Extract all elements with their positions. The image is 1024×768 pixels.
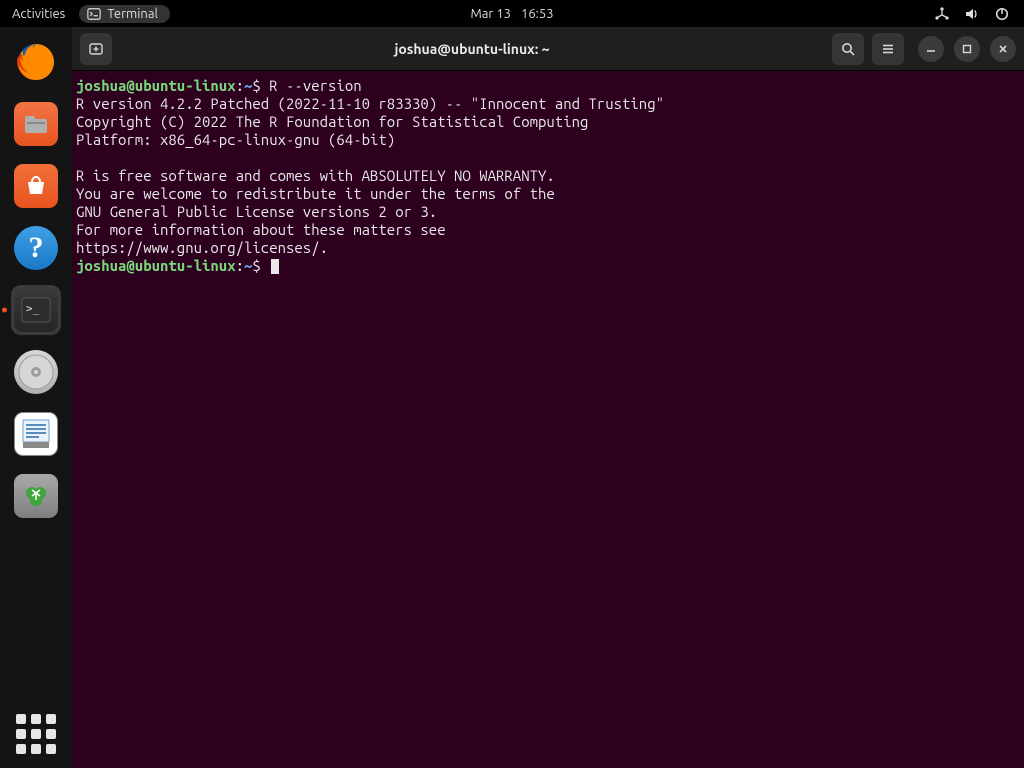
search-icon bbox=[840, 41, 856, 57]
gnome-top-bar: Activities Terminal Mar 13 16:53 bbox=[0, 0, 1024, 27]
prompt-dollar: $ bbox=[252, 77, 260, 94]
prompt-sep: : bbox=[236, 257, 244, 274]
dock-app-terminal[interactable]: >_ bbox=[11, 285, 61, 335]
prompt-sep: : bbox=[236, 77, 244, 94]
disk-icon bbox=[14, 350, 58, 394]
cursor bbox=[271, 259, 279, 274]
terminal-window: joshua@ubuntu-linux: ~ joshua@ubuntu-lin… bbox=[72, 27, 1024, 768]
command-output: R version 4.2.2 Patched (2022-11-10 r833… bbox=[76, 95, 664, 256]
clock-time: 16:53 bbox=[521, 7, 554, 21]
entered-command: R --version bbox=[269, 77, 361, 94]
volume-icon[interactable] bbox=[964, 6, 980, 22]
show-applications-button[interactable] bbox=[16, 714, 56, 754]
svg-text:>_: >_ bbox=[26, 302, 40, 315]
new-tab-button[interactable] bbox=[80, 33, 112, 65]
dock-app-disk[interactable] bbox=[11, 347, 61, 397]
prompt-user: joshua@ubuntu-linux bbox=[76, 257, 236, 274]
help-icon: ? bbox=[14, 226, 58, 270]
hamburger-icon bbox=[880, 41, 896, 57]
clock[interactable]: Mar 13 16:53 bbox=[470, 7, 553, 21]
dock: ? >_ bbox=[0, 27, 72, 768]
dock-app-software[interactable] bbox=[11, 161, 61, 211]
terminal-icon bbox=[87, 7, 101, 21]
menu-button[interactable] bbox=[872, 33, 904, 65]
software-store-icon bbox=[14, 164, 58, 208]
network-icon[interactable] bbox=[934, 6, 950, 22]
minimize-icon bbox=[925, 43, 937, 55]
minimize-button[interactable] bbox=[918, 36, 944, 62]
dock-app-files[interactable] bbox=[11, 99, 61, 149]
prompt-user: joshua@ubuntu-linux bbox=[76, 77, 236, 94]
search-button[interactable] bbox=[832, 33, 864, 65]
dock-app-help[interactable]: ? bbox=[11, 223, 61, 273]
terminal-app-icon: >_ bbox=[14, 288, 58, 332]
dock-app-firefox[interactable] bbox=[11, 37, 61, 87]
window-title: joshua@ubuntu-linux: ~ bbox=[120, 41, 824, 57]
app-menu-label: Terminal bbox=[107, 7, 158, 21]
clock-date: Mar 13 bbox=[470, 7, 511, 21]
app-menu-terminal[interactable]: Terminal bbox=[79, 5, 170, 23]
close-button[interactable] bbox=[990, 36, 1016, 62]
trash-icon bbox=[14, 474, 58, 518]
text-editor-icon bbox=[14, 412, 58, 456]
new-tab-icon bbox=[88, 41, 104, 57]
maximize-button[interactable] bbox=[954, 36, 980, 62]
terminal-titlebar: joshua@ubuntu-linux: ~ bbox=[72, 27, 1024, 71]
maximize-icon bbox=[961, 43, 973, 55]
close-icon bbox=[997, 43, 1009, 55]
terminal-body[interactable]: joshua@ubuntu-linux:~$ R --version R ver… bbox=[72, 71, 1024, 768]
files-icon bbox=[14, 102, 58, 146]
firefox-icon bbox=[14, 40, 58, 84]
dock-app-text-editor[interactable] bbox=[11, 409, 61, 459]
power-icon[interactable] bbox=[994, 6, 1010, 22]
activities-button[interactable]: Activities bbox=[12, 7, 65, 21]
prompt-dollar: $ bbox=[252, 257, 260, 274]
dock-app-trash[interactable] bbox=[11, 471, 61, 521]
